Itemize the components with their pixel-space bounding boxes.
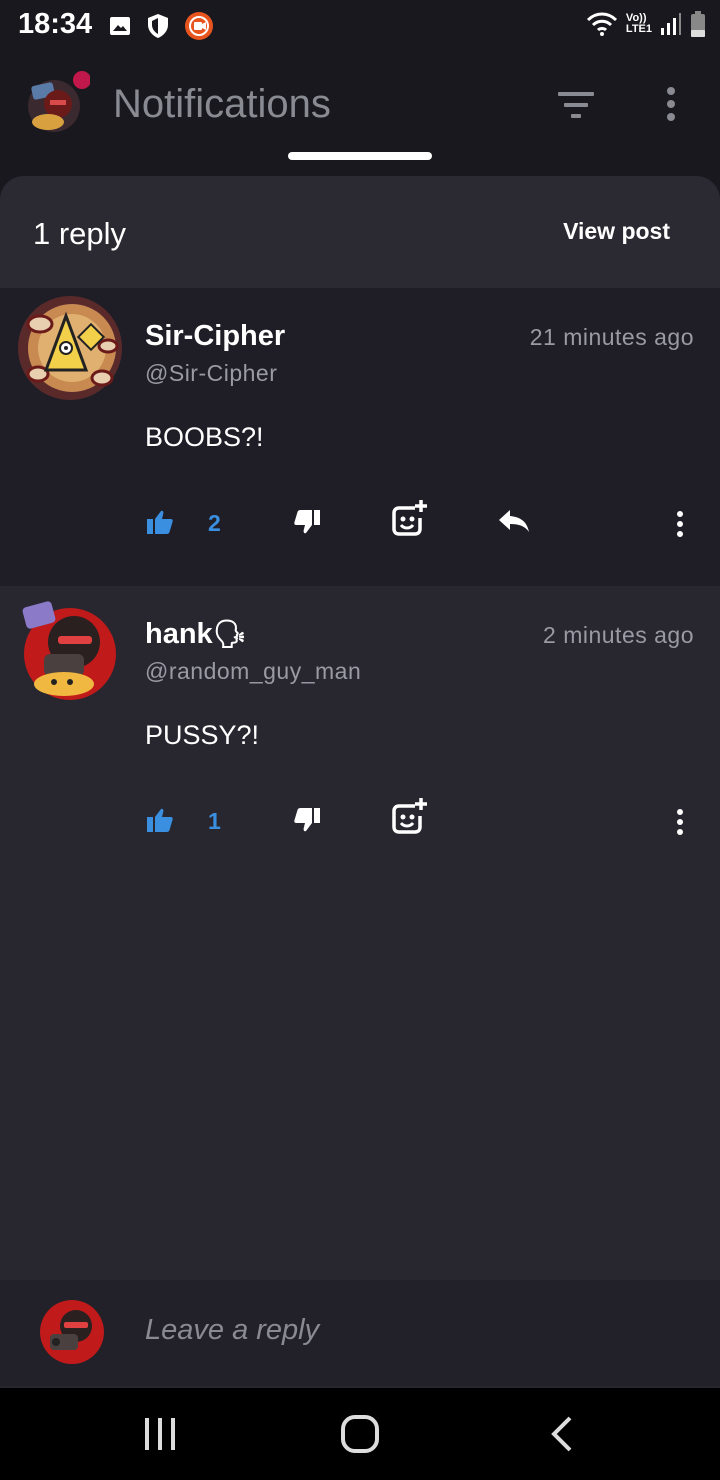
status-bar: 18:34 Vo)) LTE1 [0,0,720,52]
thumbs-up-icon [147,808,173,832]
filter-icon [558,92,594,118]
recents-button[interactable] [130,1406,190,1462]
commenter-name: hank [145,618,213,650]
reply-button[interactable] [496,506,532,536]
comment-more-button[interactable] [666,504,694,544]
recorder-icon [185,12,213,40]
thumbs-up-icon [147,510,173,534]
comment-timestamp: 21 minutes ago [529,324,694,350]
comment-item: Sir-Cipher @Sir-Cipher 21 minutes ago BO… [0,288,720,586]
view-post-button[interactable]: View post [563,218,670,245]
home-icon [341,1415,379,1453]
reply-arrow-icon [499,510,529,532]
more-options-button[interactable] [656,82,686,130]
notification-dot [73,71,90,89]
thumbs-down-icon [294,510,320,534]
status-icons-right: Vo)) LTE1 [586,10,706,38]
dislike-button[interactable] [290,802,324,838]
add-emoji-icon [392,798,427,834]
like-button[interactable] [144,802,176,838]
reply-count: 1 reply [33,216,127,251]
commenter-name-row[interactable]: hank🗣 [145,618,247,651]
app-header: Notifications [0,52,720,172]
recents-icon [145,1418,175,1450]
drag-handle[interactable] [288,152,432,160]
sheet-header: 1 reply View post [0,176,720,288]
commenter-avatar[interactable] [18,296,122,400]
comment-more-button[interactable] [666,802,694,842]
lte-label: LTE1 [625,23,652,35]
commenter-avatar[interactable] [18,598,122,702]
commenter-handle[interactable]: @Sir-Cipher [145,360,277,387]
more-vertical-icon [667,87,675,121]
comment-timestamp: 2 minutes ago [543,622,694,648]
signal-icon [661,13,681,35]
back-icon [551,1416,572,1452]
system-nav-bar [0,1388,720,1480]
comment-body: PUSSY?! [145,720,260,750]
commenter-name[interactable]: Sir-Cipher [145,320,285,353]
commenter-handle[interactable]: @random_guy_man [145,658,361,685]
image-icon [110,17,130,35]
network-label: Vo)) LTE1 [626,13,652,35]
comment-body: BOOBS?! [145,422,264,452]
add-reaction-button[interactable] [390,794,430,838]
comment-item: hank🗣 @random_guy_man 2 minutes ago PUSS… [0,586,720,886]
page-title: Notifications [113,82,331,126]
add-reaction-button[interactable] [390,496,430,540]
home-button[interactable] [330,1406,390,1462]
back-button[interactable] [532,1406,592,1462]
user-avatar[interactable] [24,68,90,134]
wifi-icon [586,12,617,36]
battery-icon [691,11,705,37]
status-time: 18:34 [18,8,93,40]
thumbs-down-icon [294,808,320,832]
more-vertical-icon [677,809,683,835]
add-emoji-icon [392,500,427,536]
like-button[interactable] [144,504,176,540]
speaking-head-emoji: 🗣 [212,619,247,649]
like-count: 1 [208,808,221,834]
replies-sheet: 1 reply View post Sir-Cipher @Sir-Cipher… [0,176,720,1388]
status-icons-left [108,11,214,41]
more-vertical-icon [677,511,683,537]
reply-bar: Leave a reply [0,1280,720,1386]
dislike-button[interactable] [290,504,324,540]
like-count: 2 [208,510,221,536]
shield-icon [148,14,168,38]
filter-button[interactable] [552,86,600,126]
my-avatar [40,1300,104,1364]
reply-input[interactable]: Leave a reply [145,1314,319,1347]
